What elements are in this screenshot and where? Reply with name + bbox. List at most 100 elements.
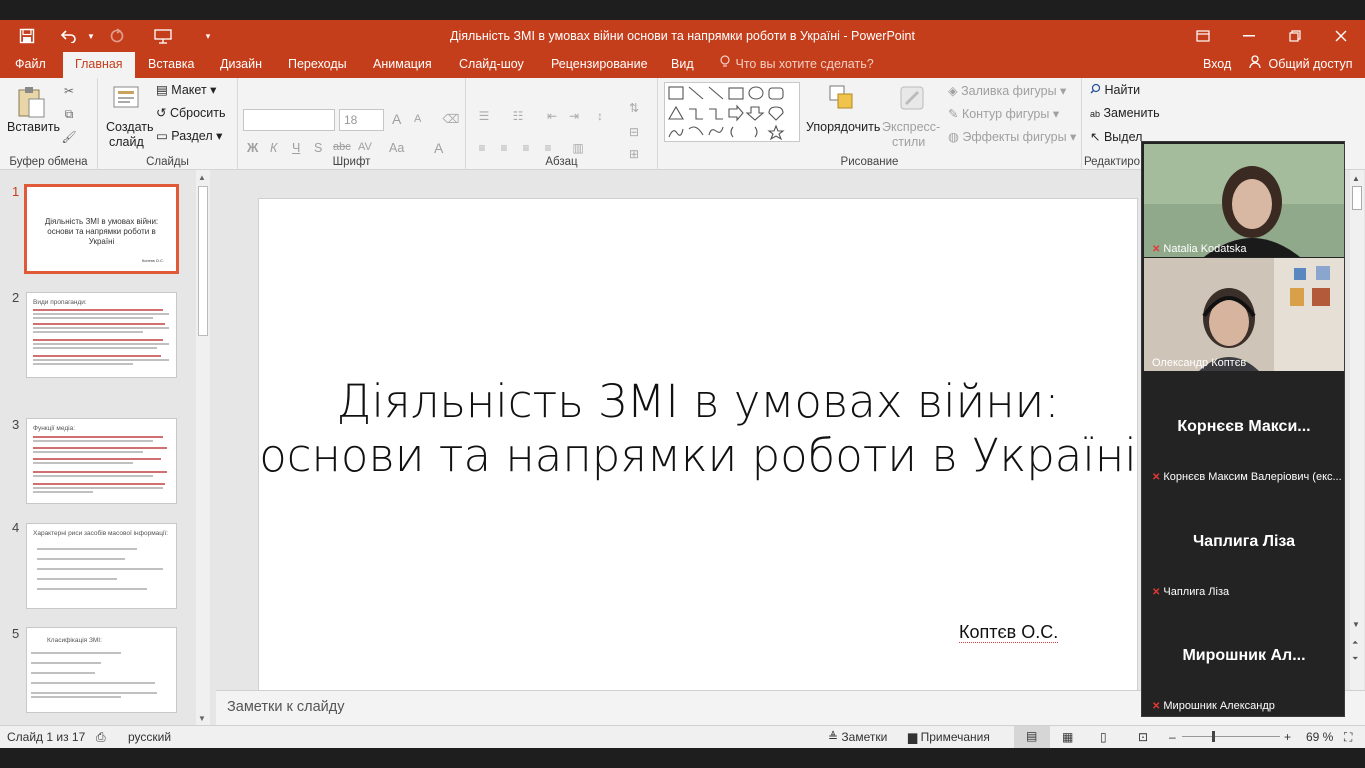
- bullets-icon[interactable]: ☰: [474, 108, 494, 124]
- numbering-icon[interactable]: ☷: [508, 108, 528, 124]
- zoom-in-button[interactable]: +: [1284, 730, 1291, 744]
- tab-slideshow[interactable]: Слайд-шоу: [447, 52, 536, 78]
- new-slide-icon[interactable]: [110, 84, 144, 114]
- tell-me-box[interactable]: Что вы хотите сделать?: [720, 52, 874, 78]
- quick-styles-label-1[interactable]: Экспресс-: [882, 120, 940, 134]
- thumbnails-scroll-thumb[interactable]: [198, 186, 208, 336]
- slide-scroll-thumb[interactable]: [1352, 186, 1362, 210]
- text-direction-icon[interactable]: ⇅: [624, 100, 644, 116]
- font-size-combo[interactable]: 18: [339, 109, 384, 131]
- shape-fill-button[interactable]: ◈ Заливка фигуры ▾: [948, 83, 1066, 98]
- close-icon[interactable]: [1321, 24, 1361, 48]
- find-button[interactable]: Найти: [1090, 83, 1140, 97]
- format-painter-icon[interactable]: 🖌: [60, 128, 78, 146]
- shapes-gallery[interactable]: [664, 82, 800, 142]
- tab-insert[interactable]: Вставка: [136, 52, 206, 78]
- bold-button[interactable]: Ж: [247, 141, 258, 155]
- slide-thumbnail-2[interactable]: Види пропаганди:: [26, 292, 177, 378]
- arrange-button[interactable]: Упорядочить: [806, 120, 880, 134]
- spellcheck-icon[interactable]: ⎙: [96, 730, 106, 745]
- italic-button[interactable]: К: [270, 141, 277, 155]
- replace-button[interactable]: ab Заменить: [1090, 106, 1160, 120]
- new-slide-label-1[interactable]: Создать: [106, 120, 154, 134]
- zoom-slider-thumb[interactable]: [1212, 731, 1215, 742]
- tab-review[interactable]: Рецензирование: [539, 52, 660, 78]
- quick-styles-label-2[interactable]: стили: [892, 135, 925, 149]
- tab-animation[interactable]: Анимация: [361, 52, 444, 78]
- language-indicator[interactable]: русский: [128, 730, 171, 744]
- next-slide-icon[interactable]: ⏷: [1352, 654, 1358, 664]
- tab-view[interactable]: Вид: [659, 52, 706, 78]
- slide-scroll-up-icon[interactable]: ▲: [1352, 174, 1360, 183]
- spacing-button[interactable]: AV: [358, 141, 372, 153]
- quick-styles-icon[interactable]: [896, 82, 928, 114]
- decrease-indent-icon[interactable]: ⇤: [542, 108, 562, 124]
- scroll-down-icon[interactable]: ▼: [198, 714, 206, 723]
- slide-scrollbar[interactable]: ▲ ▼ ⏶ ⏷: [1350, 170, 1364, 690]
- align-text-icon[interactable]: ⊟: [624, 124, 644, 140]
- select-button[interactable]: ↖ Выдел: [1090, 129, 1142, 144]
- slide-thumbnail-3[interactable]: Функції медіа:: [26, 418, 177, 504]
- increase-indent-icon[interactable]: ⇥: [564, 108, 584, 124]
- underline-button[interactable]: Ч: [292, 141, 300, 155]
- fit-to-window-icon[interactable]: ⛶: [1344, 730, 1352, 745]
- tab-design[interactable]: Дизайн: [208, 52, 274, 78]
- sign-in-link[interactable]: Вход: [1191, 52, 1243, 78]
- video-tile-3[interactable]: Корнєєв Макси... ✕ Корнєєв Максим Валерi…: [1144, 372, 1344, 485]
- current-slide[interactable]: Діяльність ЗМІ в умовах війни: основи та…: [258, 198, 1138, 692]
- align-right-icon[interactable]: ≡: [518, 140, 534, 156]
- case-button[interactable]: Aa: [389, 141, 404, 155]
- minimize-icon[interactable]: [1229, 24, 1269, 48]
- font-color-button[interactable]: A: [434, 140, 443, 156]
- clear-format-icon[interactable]: ⌫: [443, 111, 460, 127]
- scroll-up-icon[interactable]: ▲: [198, 173, 206, 182]
- notes-toggle[interactable]: ≜ Заметки: [828, 730, 887, 744]
- slide-sorter-icon[interactable]: ▦: [1062, 730, 1073, 744]
- zoom-slider[interactable]: [1182, 731, 1280, 742]
- tab-home[interactable]: Главная: [63, 52, 135, 78]
- slide-title[interactable]: Діяльність ЗМІ в умовах війни: основи та…: [259, 375, 1137, 483]
- arrange-icon[interactable]: [826, 82, 858, 114]
- shadow-button[interactable]: S: [314, 141, 322, 155]
- columns-icon[interactable]: ▥: [570, 140, 586, 156]
- new-slide-label-2[interactable]: слайд: [109, 135, 144, 149]
- paste-icon[interactable]: [14, 84, 48, 120]
- video-tile-4[interactable]: Чаплига Ліза ✕ Чаплига Ліза: [1144, 487, 1344, 600]
- align-left-icon[interactable]: ≡: [474, 140, 490, 156]
- slideshow-view-icon[interactable]: ⊡: [1138, 730, 1148, 744]
- section-button[interactable]: ▭ Раздел ▾: [156, 128, 222, 143]
- slide-thumbnail-1[interactable]: Діяльність ЗМІ в умовах війни: основи та…: [24, 184, 179, 274]
- ribbon-display-icon[interactable]: [1183, 24, 1223, 48]
- shape-outline-button[interactable]: ✎ Контур фигуры ▾: [948, 106, 1059, 121]
- zoom-level[interactable]: 69 %: [1306, 730, 1333, 744]
- tab-file[interactable]: Файл: [3, 52, 58, 78]
- paste-button[interactable]: Вставить: [7, 120, 60, 134]
- shape-effects-button[interactable]: ◍ Эффекты фигуры ▾: [948, 129, 1076, 144]
- reset-button[interactable]: ↺ Сбросить: [156, 105, 226, 120]
- reading-view-icon[interactable]: ▯: [1100, 730, 1107, 744]
- share-button[interactable]: Общий доступ: [1237, 52, 1364, 78]
- font-name-combo[interactable]: [243, 109, 335, 131]
- shrink-font-button[interactable]: A: [414, 113, 421, 125]
- strike-button[interactable]: abc: [333, 141, 351, 153]
- normal-view-button[interactable]: ▤: [1014, 726, 1050, 748]
- video-tile-5[interactable]: Мирошник Ал... ✕ Мирошник Александр: [1144, 601, 1344, 714]
- justify-icon[interactable]: ≡: [540, 140, 556, 156]
- cut-icon[interactable]: ✂: [60, 82, 78, 100]
- line-spacing-icon[interactable]: ↕: [590, 108, 610, 124]
- video-tile-1[interactable]: ✕ Natalia Kodatska: [1144, 144, 1344, 257]
- zoom-out-button[interactable]: –: [1169, 730, 1176, 744]
- slide-thumbnail-5[interactable]: Класифікація ЗМІ:: [26, 627, 177, 713]
- slide-scroll-down-icon[interactable]: ▼: [1352, 620, 1360, 629]
- prev-slide-icon[interactable]: ⏶: [1352, 638, 1358, 648]
- layout-button[interactable]: ▤ Макет ▾: [156, 82, 216, 97]
- align-center-icon[interactable]: ≡: [496, 140, 512, 156]
- thumbnails-scrollbar[interactable]: ▲ ▼: [196, 170, 210, 728]
- copy-icon[interactable]: ⧉: [60, 105, 78, 123]
- grow-font-button[interactable]: A: [392, 111, 401, 127]
- restore-icon[interactable]: [1275, 24, 1315, 48]
- slide-author[interactable]: Коптєв О.С.: [959, 622, 1059, 643]
- comments-toggle[interactable]: ▆ Примечания: [908, 730, 990, 744]
- slide-thumbnail-4[interactable]: Характерні риси засобів масової інформац…: [26, 523, 177, 609]
- video-tile-2[interactable]: Олександр Коптєв: [1144, 258, 1344, 371]
